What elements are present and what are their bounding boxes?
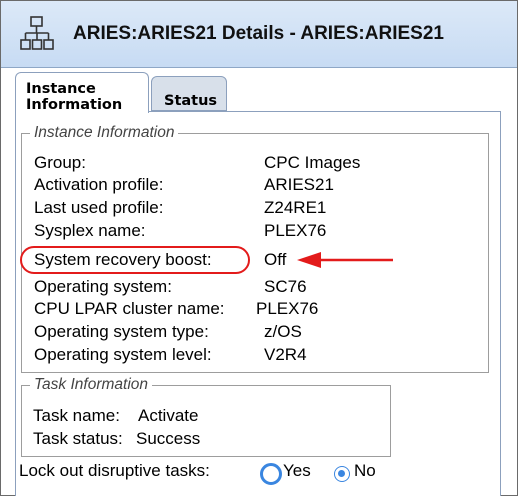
info-value: Z24RE1 — [264, 198, 327, 217]
lockout-no-option[interactable]: No — [354, 461, 376, 481]
tab-status[interactable]: Status — [151, 76, 227, 111]
lockout-yes-radio[interactable] — [260, 463, 282, 485]
lockout-yes-option[interactable]: Yes — [283, 461, 311, 481]
info-label: CPU LPAR cluster name: — [34, 299, 225, 318]
task-information-legend: Task Information — [30, 376, 153, 394]
info-label: Activation profile: — [34, 175, 164, 194]
info-value: PLEX76 — [264, 221, 327, 240]
task-value: Success — [136, 429, 201, 448]
info-label: Last used profile: — [34, 198, 164, 217]
lockout-yes-label: Yes — [283, 461, 311, 480]
tab-label-line2: Information — [26, 97, 123, 113]
info-value: ARIES21 — [264, 175, 334, 194]
task-label: Task status: — [33, 429, 123, 448]
lockout-no-label: No — [354, 461, 376, 480]
tab-instance-information[interactable]: Instance Information — [15, 72, 149, 113]
info-value: CPC Images — [264, 153, 361, 172]
task-label: Task name: — [33, 406, 120, 425]
lockout-label: Lock out disruptive tasks: — [19, 461, 210, 480]
info-value: PLEX76 — [256, 299, 319, 318]
tab-status-label: Status — [164, 93, 218, 109]
arrow-annotation-icon — [297, 252, 393, 268]
info-label: Group: — [34, 153, 86, 172]
instance-information-legend: Instance Information — [30, 124, 179, 142]
info-value: Off — [264, 250, 287, 269]
title-bar: ARIES:ARIES21 Details - ARIES:ARIES21 — [1, 1, 517, 68]
highlight-oval-annotation — [20, 246, 250, 274]
tab-label-line1: Instance — [26, 81, 96, 97]
info-value: SC76 — [264, 277, 307, 296]
details-window: ARIES:ARIES21 Details - ARIES:ARIES21 In… — [0, 0, 518, 496]
network-tree-icon — [20, 16, 54, 50]
info-value: z/OS — [264, 322, 302, 341]
window-title: ARIES:ARIES21 Details - ARIES:ARIES21 — [73, 23, 444, 44]
info-label: Operating system level: — [34, 345, 212, 364]
info-value: V2R4 — [264, 345, 307, 364]
info-label: Sysplex name: — [34, 221, 146, 240]
info-label: Operating system type: — [34, 322, 209, 341]
task-value: Activate — [138, 406, 199, 425]
info-label: Operating system: — [34, 277, 172, 296]
lockout-no-radio-dot — [338, 470, 345, 477]
lockout-no-radio[interactable] — [334, 466, 350, 482]
